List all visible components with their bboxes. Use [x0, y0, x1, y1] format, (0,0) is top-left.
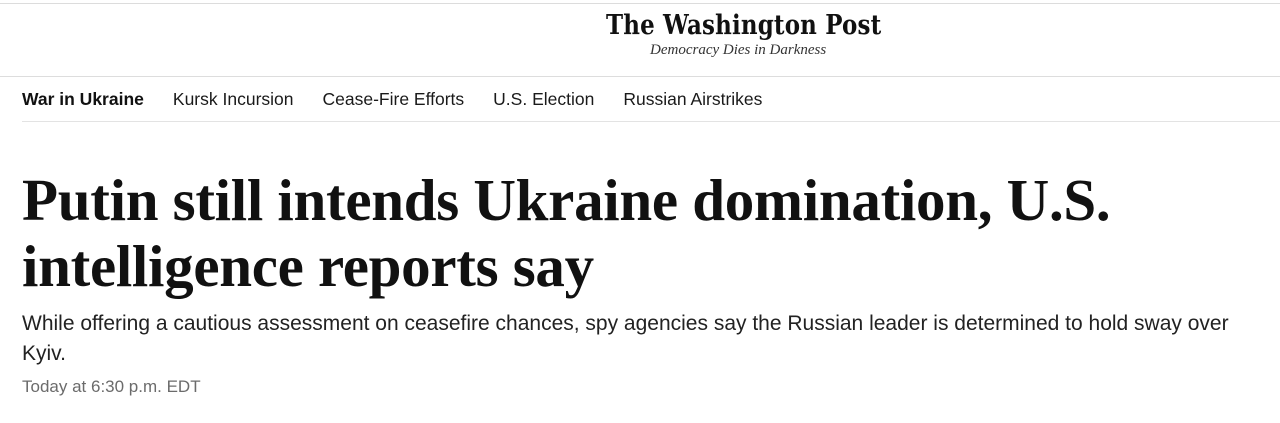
logo-tagline: Democracy Dies in Darkness [650, 42, 827, 58]
article-dek: While offering a cautious assessment on … [22, 312, 1229, 365]
site-logo[interactable]: The Washington Post Democracy Dies in Da… [606, 12, 906, 58]
nav-item-russian-airstrikes[interactable]: Russian Airstrikes [623, 89, 762, 110]
nav-item-us-election[interactable]: U.S. Election [493, 89, 594, 110]
article-headline: Putin still intends Ukraine domination, … [22, 167, 1111, 299]
section-nav: War in Ukraine Kursk Incursion Cease-Fir… [22, 77, 1280, 122]
nav-item-cease-fire-efforts[interactable]: Cease-Fire Efforts [323, 89, 465, 110]
nav-item-kursk-incursion[interactable]: Kursk Incursion [173, 89, 294, 110]
nav-item-war-in-ukraine[interactable]: War in Ukraine [22, 89, 144, 110]
article-timestamp: Today at 6:30 p.m. EDT [22, 377, 201, 396]
logo-title[interactable]: The Washington Post [606, 12, 881, 39]
masthead: The Washington Post Democracy Dies in Da… [0, 4, 1280, 77]
